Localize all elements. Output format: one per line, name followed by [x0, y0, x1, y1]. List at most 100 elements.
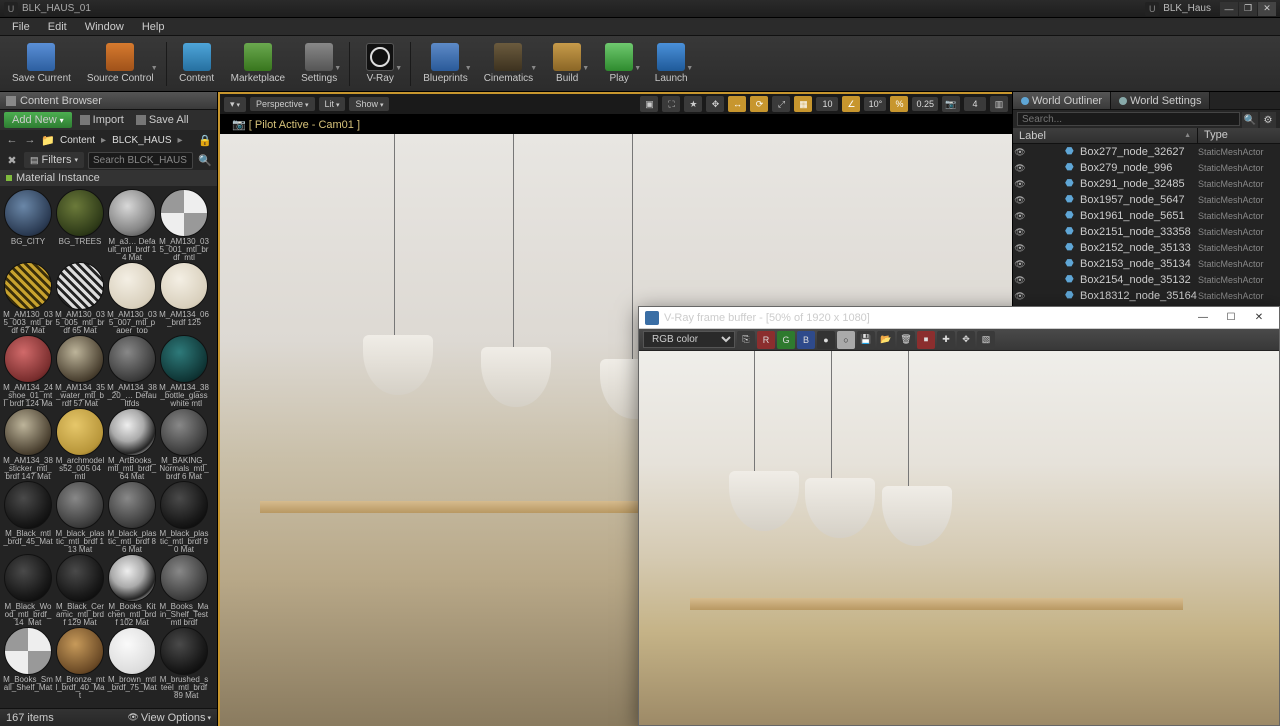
visibility-icon[interactable]: 👁 — [1013, 211, 1027, 222]
folder-tree-icon[interactable]: 📁 — [40, 132, 56, 148]
outliner-row[interactable]: 👁⬣Box279_node_996StaticMeshActor — [1013, 160, 1280, 176]
angle-snap-value[interactable]: 10° — [864, 97, 886, 111]
restore-button[interactable]: ❐ — [1239, 2, 1257, 16]
crumb-folder[interactable]: BLCK_HAUS — [110, 135, 173, 146]
menu-file[interactable]: File — [4, 19, 38, 35]
asset-item[interactable]: M_Books_Main_Shelf_Test mtl brdf — [158, 553, 210, 626]
visibility-icon[interactable]: 👁 — [1013, 259, 1027, 270]
immersive-icon[interactable]: ⛶ — [662, 96, 680, 112]
actor-label[interactable]: Box277_node_32627 — [1080, 146, 1198, 158]
visibility-icon[interactable]: 👁 — [1013, 275, 1027, 286]
viewport-options-button[interactable]: ▾ — [224, 97, 246, 112]
vfb-titlebar[interactable]: V-Ray frame buffer - [50% of 1920 x 1080… — [639, 307, 1279, 329]
asset-item[interactable]: M_brushed_steel_mtl_brdf_89 Mat — [158, 626, 210, 699]
asset-item[interactable]: M_BAKING_Normals_mtl_brdf 6 Mat — [158, 407, 210, 480]
transform-select-icon[interactable]: ✥ — [706, 96, 724, 112]
visibility-icon[interactable]: 👁 — [1013, 163, 1027, 174]
angle-snap-icon[interactable]: ∠ — [842, 96, 860, 112]
outliner-row[interactable]: 👁⬣Box1961_node_5651StaticMeshActor — [1013, 208, 1280, 224]
filters-button[interactable]: Filters — [24, 152, 84, 168]
asset-item[interactable]: M_Bronze_mtl_brdf_40_Mat — [54, 626, 106, 699]
outliner-search-input[interactable] — [1017, 112, 1240, 126]
header-type[interactable]: Type — [1198, 128, 1280, 143]
vfb-region-icon[interactable]: ✚ — [937, 331, 955, 349]
toolbar-source-control[interactable]: Source Control▼ — [81, 41, 160, 86]
toolbar-marketplace[interactable]: Marketplace — [225, 41, 291, 86]
toolbar-content[interactable]: Content — [173, 41, 221, 86]
header-label[interactable]: Label — [1013, 128, 1198, 143]
lit-mode-button[interactable]: Lit — [319, 97, 346, 111]
toolbar-cinematics[interactable]: Cinematics▼ — [478, 41, 539, 86]
visibility-icon[interactable]: 👁 — [1013, 147, 1027, 158]
toolbar-settings[interactable]: Settings▼ — [295, 41, 343, 86]
asset-item[interactable]: M_AM130_035_003_mtl_brdf 67 Mat — [2, 261, 54, 334]
asset-item[interactable]: M_brown_mtl_brdf_75_Mat — [106, 626, 158, 699]
lock-path-icon[interactable]: 🔒 — [197, 132, 213, 148]
outliner-row[interactable]: 👁⬣Box2151_node_33358StaticMeshActor — [1013, 224, 1280, 240]
crumb-content[interactable]: Content — [58, 135, 97, 146]
filter-chip-material-instance[interactable]: Material Instance — [0, 170, 217, 186]
camera-speed-value[interactable]: 4 — [964, 97, 986, 111]
search-icon[interactable]: 🔍 — [197, 152, 213, 168]
content-search-input[interactable]: Search BLCK_HAUS — [88, 152, 193, 169]
asset-item[interactable]: M_AM134_06_brdf 125 — [158, 261, 210, 334]
outliner-row[interactable]: 👁⬣Box2154_node_35132StaticMeshActor — [1013, 272, 1280, 288]
toolbar-launch[interactable]: Launch▼ — [647, 41, 695, 86]
asset-item[interactable]: M_Books_Kitchen_mtl_brdf 102 Mat — [106, 553, 158, 626]
vray-frame-buffer-window[interactable]: V-Ray frame buffer - [50% of 1920 x 1080… — [638, 306, 1280, 726]
bookmark-icon[interactable]: ★ — [684, 96, 702, 112]
asset-item[interactable]: M_AM134_38_bottle_glass_white mtl — [158, 334, 210, 407]
asset-item[interactable]: M_AM134_38_20_… Defaultfds — [106, 334, 158, 407]
visibility-icon[interactable]: 👁 — [1013, 243, 1027, 254]
nav-fwd-icon[interactable]: → — [22, 132, 38, 148]
search-icon[interactable]: 🔍 — [1242, 112, 1258, 128]
visibility-icon[interactable]: 👁 — [1013, 179, 1027, 190]
nav-back-icon[interactable]: ← — [4, 132, 20, 148]
asset-item[interactable]: BG_TREES — [54, 188, 106, 261]
rotate-icon[interactable]: ⟳ — [750, 96, 768, 112]
vfb-link-icon[interactable]: ⎘ — [737, 331, 755, 349]
actor-label[interactable]: Box2153_node_35134 — [1080, 258, 1198, 270]
menu-window[interactable]: Window — [77, 19, 132, 35]
scale-icon[interactable]: ⤢ — [772, 96, 790, 112]
tab-world-settings[interactable]: World Settings — [1111, 92, 1210, 109]
outliner-row[interactable]: 👁⬣Box277_node_32627StaticMeshActor — [1013, 144, 1280, 160]
asset-item[interactable]: M_AM134_24_shoe_01_mtl_brdf 124 Mat — [2, 334, 54, 407]
asset-item[interactable]: M_AM134_35_water_mtl_brdf 57 Mat — [54, 334, 106, 407]
actor-label[interactable]: Box2151_node_33358 — [1080, 226, 1198, 238]
visibility-icon[interactable]: 👁 — [1013, 227, 1027, 238]
camera-speed-icon[interactable]: 📷 — [942, 96, 960, 112]
visibility-icon[interactable]: 👁 — [1013, 291, 1027, 302]
outliner-row[interactable]: 👁⬣Box2152_node_35133StaticMeshActor — [1013, 240, 1280, 256]
vfb-save-icon[interactable]: 💾 — [857, 331, 875, 349]
actor-label[interactable]: Box2154_node_35132 — [1080, 274, 1198, 286]
outliner-row[interactable]: 👁⬣Box2153_node_35134StaticMeshActor — [1013, 256, 1280, 272]
tab-world-outliner[interactable]: World Outliner — [1013, 92, 1111, 109]
vfb-stop-icon[interactable]: ⏹ — [917, 331, 935, 349]
asset-item[interactable]: M_ArtBooks_mtl_mtl_brdf_64 Mat — [106, 407, 158, 480]
vfb-channel-select[interactable]: RGB color — [643, 331, 735, 348]
asset-item[interactable]: M_black_plastic_mtl_brdf 90 Mat — [158, 480, 210, 553]
toolbar-blueprints[interactable]: Blueprints▼ — [417, 41, 473, 86]
asset-item[interactable]: M_Books_Small_Shelf_Mat — [2, 626, 54, 699]
actor-label[interactable]: Box2152_node_35133 — [1080, 242, 1198, 254]
actor-label[interactable]: Box1957_node_5647 — [1080, 194, 1198, 206]
asset-item[interactable]: BG_CITY — [2, 188, 54, 261]
minimize-button[interactable]: — — [1220, 2, 1238, 16]
grid-snap-value[interactable]: 10 — [816, 97, 838, 111]
asset-item[interactable]: M_AM130_035_007_mtl_paper_top — [106, 261, 158, 334]
game-view-icon[interactable]: ▣ — [640, 96, 658, 112]
vfb-render-image[interactable] — [639, 351, 1279, 725]
clear-filter-icon[interactable]: ✖ — [4, 152, 20, 168]
vfb-green-channel[interactable]: G — [777, 331, 795, 349]
vfb-blue-channel[interactable]: B — [797, 331, 815, 349]
outliner-header[interactable]: Label Type — [1013, 128, 1280, 144]
grid-snap-icon[interactable]: ▦ — [794, 96, 812, 112]
asset-item[interactable]: M_Black_Ceramic_mtl_brdf 129 Mat — [54, 553, 106, 626]
filter-icon[interactable]: ⚙ — [1260, 112, 1276, 128]
outliner-row[interactable]: 👁⬣Box18312_node_35164StaticMeshActor — [1013, 288, 1280, 304]
asset-item[interactable]: M_AM130_035_005_mtl_brdf 65 Mat — [54, 261, 106, 334]
menu-help[interactable]: Help — [134, 19, 173, 35]
translate-icon[interactable]: ↔ — [728, 96, 746, 112]
import-button[interactable]: Import — [76, 112, 128, 128]
